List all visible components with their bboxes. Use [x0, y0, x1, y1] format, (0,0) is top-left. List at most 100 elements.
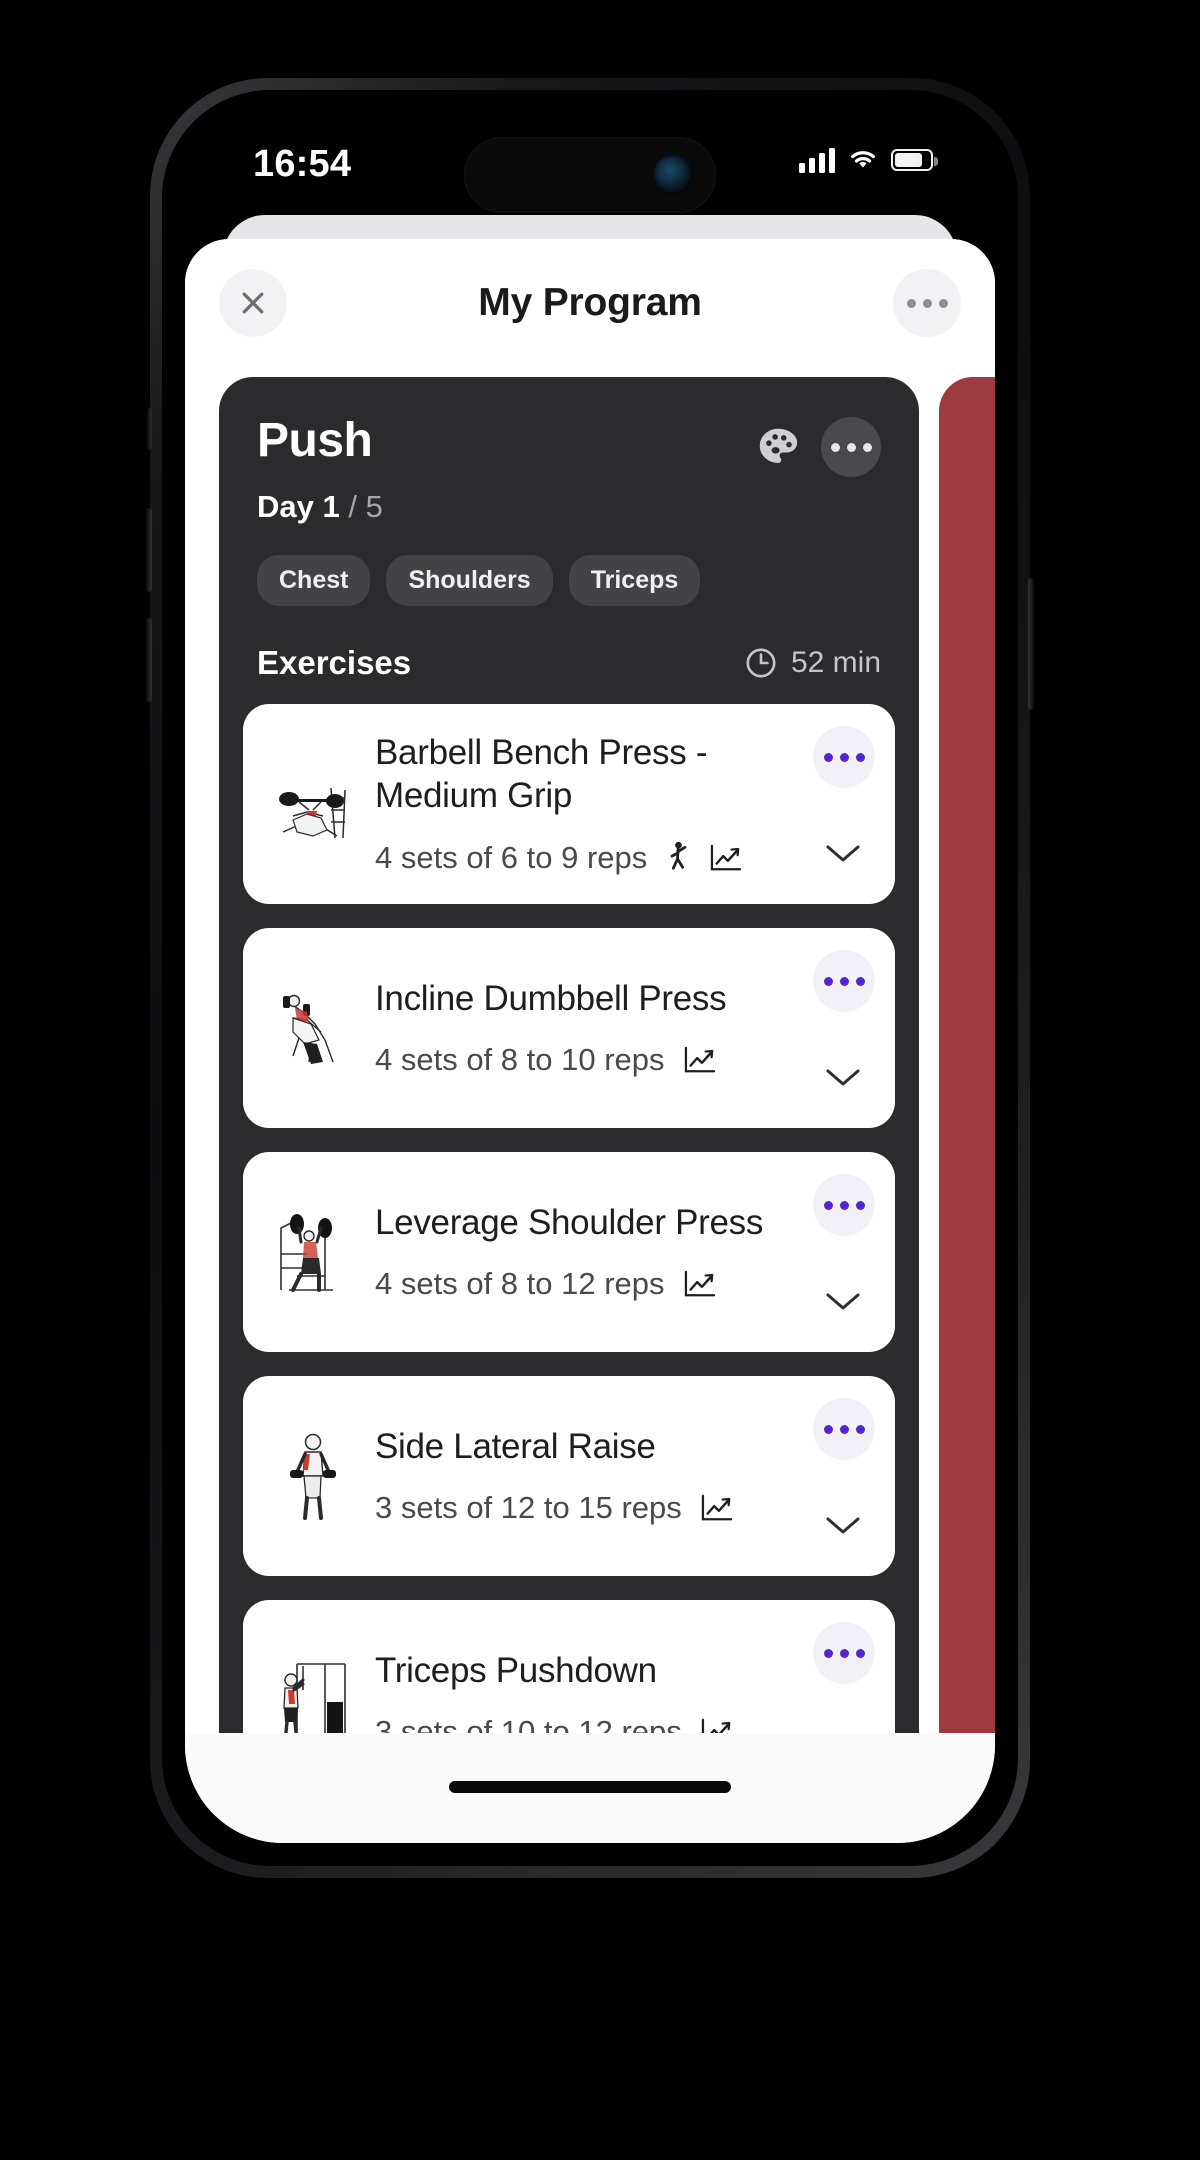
exercise-expand-button[interactable] [817, 1060, 869, 1094]
exercises-section-header: Exercises 52 min [219, 606, 919, 704]
next-day-card[interactable] [939, 377, 995, 1733]
chevron-down-icon [823, 1065, 863, 1089]
day-carousel[interactable]: Push Day 1 / 5 Chest Shoulders Triceps E… [185, 367, 995, 1733]
exercise-card[interactable]: Barbell Bench Press - Medium Grip 4 sets… [243, 704, 895, 904]
side-lateral-raise-thumb [257, 1390, 369, 1562]
volume-up-button[interactable] [146, 508, 152, 592]
status-bar: 16:54 [185, 113, 995, 221]
exercise-card[interactable]: Leverage Shoulder Press 4 sets of 8 to 1… [243, 1152, 895, 1352]
exercises-heading: Exercises [257, 644, 412, 681]
status-bar-indicators [798, 147, 938, 173]
more-horizontal-icon [906, 298, 948, 308]
trend-chart-icon[interactable] [683, 1269, 717, 1299]
barbell-bench-press-thumb [257, 718, 369, 890]
exercise-name: Side Lateral Raise [375, 1426, 656, 1466]
exercise-info: Side Lateral Raise 3 sets of 12 to 15 re… [369, 1390, 873, 1562]
trend-chart-icon[interactable] [700, 1717, 734, 1733]
program-sheet: My Program Push Day 1 / 5 Chest Shoulder… [185, 239, 995, 1843]
duration-label: 52 min [790, 646, 881, 679]
exercise-more-button[interactable] [813, 1622, 875, 1684]
trend-chart-icon[interactable] [709, 843, 743, 873]
exercise-more-button[interactable] [813, 1398, 875, 1460]
exercise-card[interactable]: Incline Dumbbell Press 4 sets of 8 to 10… [243, 928, 895, 1128]
exercise-more-button[interactable] [813, 1174, 875, 1236]
clock-icon [744, 646, 778, 680]
exercise-name: Triceps Pushdown [375, 1650, 657, 1690]
exercise-sets-label: 3 sets of 10 to 12 reps [375, 1714, 682, 1733]
header-more-button[interactable] [893, 269, 961, 337]
more-horizontal-icon [830, 442, 872, 452]
muscle-tag-chest[interactable]: Chest [257, 555, 371, 606]
incline-dumbbell-press-thumb [257, 942, 369, 1114]
exercise-info: Barbell Bench Press - Medium Grip 4 sets… [369, 718, 873, 890]
exercise-meta-row: 4 sets of 8 to 12 reps [375, 1266, 873, 1302]
silent-switch[interactable] [147, 408, 152, 450]
exercise-name: Barbell Bench Press - Medium Grip [375, 733, 708, 815]
exercise-more-button[interactable] [813, 726, 875, 788]
exercise-meta-row: 4 sets of 8 to 10 reps [375, 1042, 873, 1078]
day-card-actions [751, 417, 881, 477]
exercise-list: Barbell Bench Press - Medium Grip 4 sets… [219, 704, 919, 1733]
exercise-sets-label: 4 sets of 8 to 12 reps [375, 1266, 665, 1302]
warmup-person-icon[interactable] [665, 840, 691, 876]
day-card-header: Push Day 1 / 5 [219, 377, 919, 525]
muscle-tag-shoulders[interactable]: Shoulders [386, 555, 553, 606]
home-indicator-area [185, 1733, 995, 1843]
exercise-name: Incline Dumbbell Press [375, 978, 727, 1018]
more-horizontal-icon [823, 752, 865, 762]
phone-screen: 16:54 My Program Push Day 1 / 5 Chest Sh… [185, 113, 995, 1843]
day-more-button[interactable] [821, 417, 881, 477]
wifi-icon [848, 148, 878, 172]
exercise-info: Incline Dumbbell Press 4 sets of 8 to 10… [369, 942, 873, 1114]
chevron-down-icon [823, 1289, 863, 1313]
chevron-down-icon [823, 1513, 863, 1537]
exercise-sets-label: 4 sets of 6 to 9 reps [375, 839, 648, 875]
day-current: Day 1 [257, 489, 340, 524]
battery-icon [891, 149, 938, 171]
muscle-tag-triceps[interactable]: Triceps [568, 555, 701, 606]
close-button[interactable] [219, 269, 287, 337]
leverage-shoulder-press-thumb [257, 1166, 369, 1338]
chevron-down-icon [823, 841, 863, 865]
navigation-bar: My Program [185, 239, 995, 367]
screenshot-root: 16:54 My Program Push Day 1 / 5 Chest Sh… [0, 0, 1200, 2160]
triceps-pushdown-thumb [257, 1614, 369, 1733]
muscle-tag-row: Chest Shoulders Triceps [219, 525, 919, 606]
exercise-sets-label: 3 sets of 12 to 15 reps [375, 1490, 682, 1526]
exercise-card[interactable]: Side Lateral Raise 3 sets of 12 to 15 re… [243, 1376, 895, 1576]
exercise-meta-row: 3 sets of 10 to 12 reps [375, 1714, 873, 1733]
more-horizontal-icon [823, 1648, 865, 1658]
trend-chart-icon[interactable] [683, 1045, 717, 1075]
home-indicator[interactable] [449, 1781, 731, 1793]
exercise-card[interactable]: Triceps Pushdown 3 sets of 10 to 12 reps [243, 1600, 895, 1733]
exercise-name: Leverage Shoulder Press [375, 1202, 764, 1242]
day-separator: / [339, 489, 366, 524]
exercise-expand-button[interactable] [817, 836, 869, 870]
more-horizontal-icon [823, 976, 865, 986]
exercise-more-button[interactable] [813, 950, 875, 1012]
phone-device-frame: 16:54 My Program Push Day 1 / 5 Chest Sh… [146, 78, 1034, 1878]
more-horizontal-icon [823, 1424, 865, 1434]
power-button[interactable] [1028, 578, 1034, 710]
exercise-sets-label: 4 sets of 8 to 10 reps [375, 1042, 665, 1078]
exercise-expand-button[interactable] [817, 1732, 869, 1733]
workout-duration: 52 min [744, 646, 881, 680]
exercise-expand-button[interactable] [817, 1508, 869, 1542]
front-camera-icon [653, 155, 693, 195]
volume-down-button[interactable] [146, 618, 152, 702]
day-progress-label: Day 1 / 5 [257, 489, 881, 525]
exercise-info: Leverage Shoulder Press 4 sets of 8 to 1… [369, 1166, 873, 1338]
day-title: Push [257, 414, 373, 467]
exercise-info: Triceps Pushdown 3 sets of 10 to 12 reps [369, 1614, 873, 1733]
close-icon [238, 288, 268, 318]
page-title: My Program [478, 281, 702, 324]
cellular-signal-icon [798, 147, 835, 173]
trend-chart-icon[interactable] [700, 1493, 734, 1523]
exercise-expand-button[interactable] [817, 1284, 869, 1318]
day-card-push: Push Day 1 / 5 Chest Shoulders Triceps E… [219, 377, 919, 1733]
exercise-meta-row: 4 sets of 6 to 9 reps [375, 840, 873, 876]
dynamic-island [464, 137, 716, 213]
palette-button[interactable] [751, 420, 805, 474]
status-bar-time: 16:54 [253, 143, 352, 185]
more-horizontal-icon [823, 1200, 865, 1210]
